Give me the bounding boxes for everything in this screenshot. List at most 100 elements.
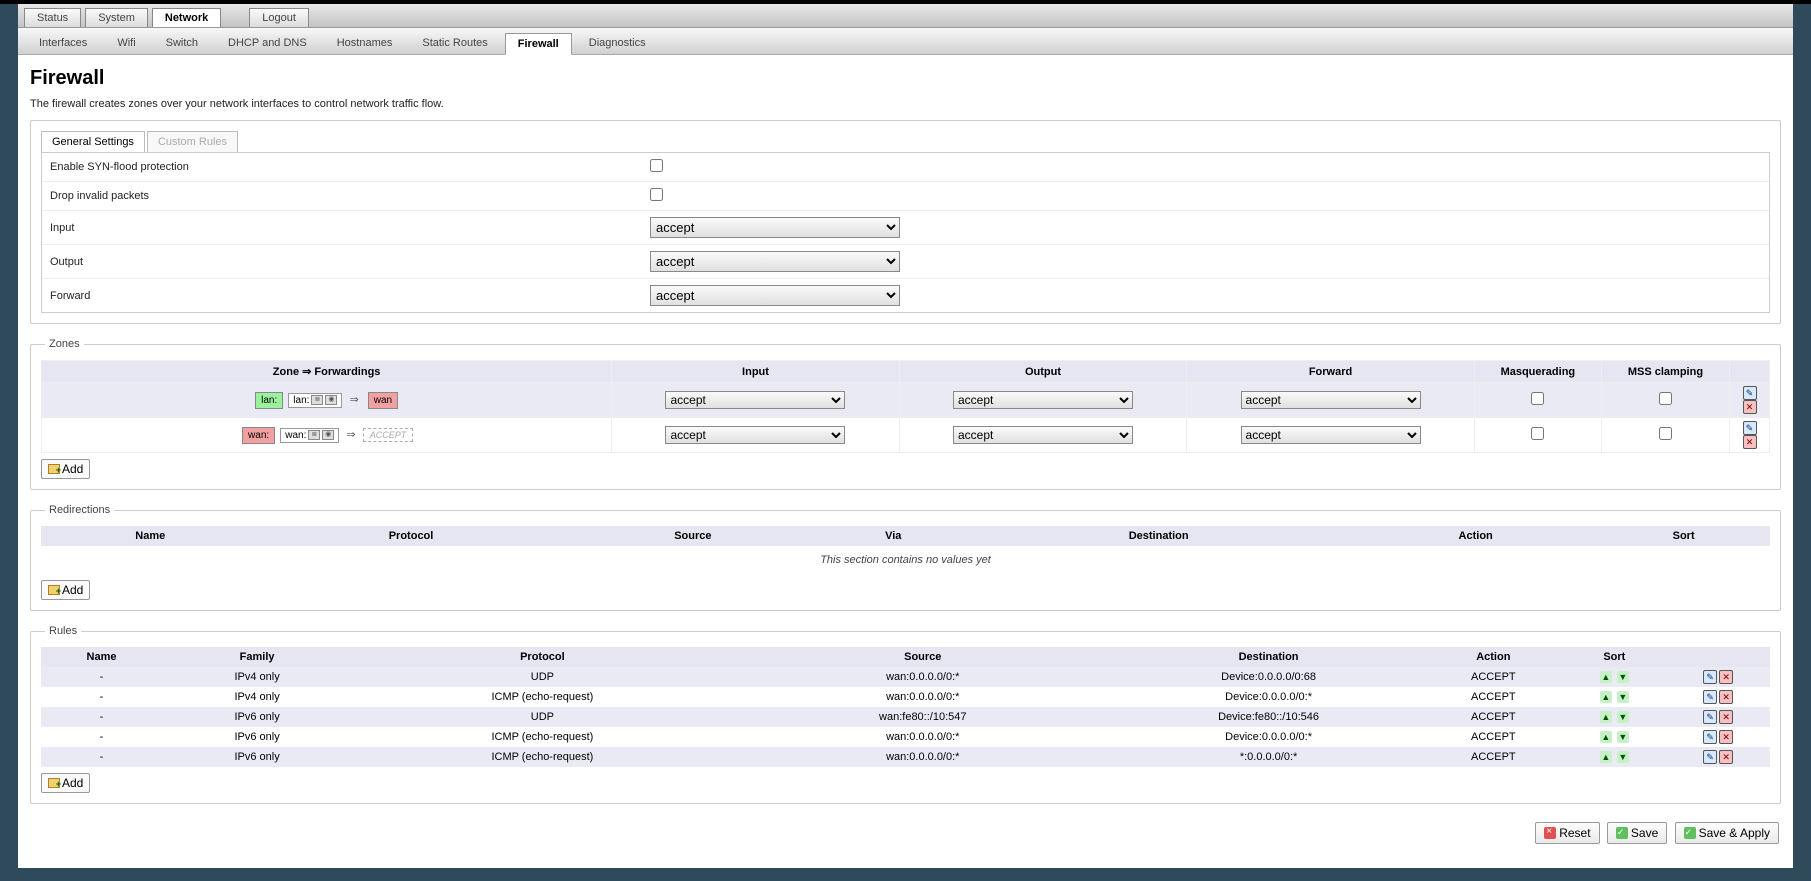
tab-logout[interactable]: Logout	[249, 8, 309, 27]
rule-family: IPv6 only	[162, 707, 352, 727]
subtab-firewall[interactable]: Firewall	[505, 33, 572, 55]
redir-legend: Redirections	[45, 504, 114, 516]
subtab-interfaces[interactable]: Interfaces	[26, 32, 100, 54]
redir-th-source: Source	[563, 526, 824, 546]
rule-destination: Device:0.0.0.0/0:*	[1113, 687, 1424, 707]
subtab-dhcp[interactable]: DHCP and DNS	[215, 32, 320, 54]
sort-down-icon[interactable]: ▼	[1617, 691, 1629, 703]
delete-icon[interactable]: ✕	[1719, 690, 1733, 704]
delete-icon[interactable]: ✕	[1743, 400, 1757, 414]
subtab-switch[interactable]: Switch	[153, 32, 211, 54]
reset-icon	[1544, 827, 1556, 839]
sort-up-icon[interactable]: ▲	[1600, 671, 1612, 683]
sort-up-icon[interactable]: ▲	[1600, 751, 1612, 763]
innertab-custom[interactable]: Custom Rules	[147, 131, 238, 152]
rule-action: ACCEPT	[1424, 747, 1562, 767]
rule-family: IPv4 only	[162, 667, 352, 687]
add-label: Add	[62, 776, 83, 790]
rules-th-name: Name	[41, 647, 162, 667]
rules-th-source: Source	[733, 647, 1113, 667]
sort-down-icon[interactable]: ▼	[1617, 751, 1629, 763]
zone-fwd-badge: wan	[368, 392, 398, 409]
zone-masq-checkbox[interactable]	[1531, 427, 1544, 440]
reset-button[interactable]: Reset	[1535, 822, 1599, 844]
zone-row: wan: wan: ≣ ◉ ⇒ ACCEPT accept accept acc…	[42, 418, 1770, 453]
checkbox-dropinvalid[interactable]	[650, 188, 663, 201]
tab-status[interactable]: Status	[24, 8, 81, 27]
delete-icon[interactable]: ✕	[1719, 730, 1733, 744]
edit-icon[interactable]: ✎	[1703, 710, 1717, 724]
page-description: The firewall creates zones over your net…	[30, 98, 1781, 110]
subtab-diagnostics[interactable]: Diagnostics	[576, 32, 659, 54]
delete-icon[interactable]: ✕	[1743, 435, 1757, 449]
zone-forward-select[interactable]: accept	[1241, 391, 1421, 409]
folder-add-icon	[48, 585, 60, 595]
save-apply-icon	[1684, 827, 1696, 839]
edit-icon[interactable]: ✎	[1743, 421, 1757, 435]
select-output[interactable]: accept	[650, 251, 900, 272]
rule-row: - IPv4 only ICMP (echo-request) wan:0.0.…	[41, 687, 1770, 707]
save-icon	[1616, 827, 1628, 839]
iface-icon: ≣	[311, 395, 323, 405]
rule-protocol: UDP	[352, 707, 732, 727]
tab-system[interactable]: System	[85, 8, 148, 27]
sort-down-icon[interactable]: ▼	[1617, 671, 1629, 683]
delete-icon[interactable]: ✕	[1719, 750, 1733, 764]
sort-up-icon[interactable]: ▲	[1600, 731, 1612, 743]
edit-icon[interactable]: ✎	[1703, 750, 1717, 764]
zone-output-select[interactable]: accept	[953, 391, 1133, 409]
rules-th-sort: Sort	[1562, 647, 1666, 667]
zone-input-select[interactable]: accept	[665, 391, 845, 409]
rules-fieldset: Rules Name Family Protocol Source Destin…	[30, 625, 1781, 804]
sort-up-icon[interactable]: ▲	[1600, 691, 1612, 703]
redir-th-destination: Destination	[963, 526, 1354, 546]
save-label: Save	[1631, 826, 1658, 840]
subtab-wifi[interactable]: Wifi	[104, 32, 148, 54]
rule-source: wan:0.0.0.0/0:*	[733, 667, 1113, 687]
rules-add-button[interactable]: Add	[41, 773, 90, 793]
save-button[interactable]: Save	[1607, 822, 1667, 844]
zone-mss-checkbox[interactable]	[1659, 392, 1672, 405]
zone-mss-checkbox[interactable]	[1659, 427, 1672, 440]
rules-table: Name Family Protocol Source Destination …	[41, 647, 1770, 767]
arrow-icon: ⇒	[346, 429, 355, 441]
rule-row: - IPv4 only UDP wan:0.0.0.0/0:* Device:0…	[41, 667, 1770, 687]
checkbox-synflood[interactable]	[650, 159, 663, 172]
rule-destination: Device:fe80::/10:546	[1113, 707, 1424, 727]
redir-th-sort: Sort	[1597, 526, 1770, 546]
label-synflood: Enable SYN-flood protection	[50, 161, 650, 173]
select-forward[interactable]: accept	[650, 285, 900, 306]
save-apply-button[interactable]: Save & Apply	[1675, 822, 1779, 844]
general-settings-box: General Settings Custom Rules Enable SYN…	[30, 120, 1781, 324]
zone-output-select[interactable]: accept	[953, 426, 1133, 444]
edit-icon[interactable]: ✎	[1703, 670, 1717, 684]
label-input: Input	[50, 222, 650, 234]
zone-masq-checkbox[interactable]	[1531, 392, 1544, 405]
tab-network[interactable]: Network	[152, 8, 221, 27]
sort-down-icon[interactable]: ▼	[1617, 731, 1629, 743]
sort-down-icon[interactable]: ▼	[1617, 711, 1629, 723]
edit-icon[interactable]: ✎	[1703, 690, 1717, 704]
add-label: Add	[62, 583, 83, 597]
label-dropinvalid: Drop invalid packets	[50, 190, 650, 202]
innertab-general[interactable]: General Settings	[41, 131, 145, 152]
redir-add-button[interactable]: Add	[41, 580, 90, 600]
delete-icon[interactable]: ✕	[1719, 670, 1733, 684]
edit-icon[interactable]: ✎	[1703, 730, 1717, 744]
edit-icon[interactable]: ✎	[1743, 386, 1757, 400]
subtab-hostnames[interactable]: Hostnames	[324, 32, 406, 54]
rule-family: IPv6 only	[162, 747, 352, 767]
rule-destination: Device:0.0.0.0/0:*	[1113, 727, 1424, 747]
zones-add-button[interactable]: Add	[41, 459, 90, 479]
zone-input-select[interactable]: accept	[665, 426, 845, 444]
zone-forward-select[interactable]: accept	[1241, 426, 1421, 444]
page-title: Firewall	[30, 67, 1781, 90]
rule-source: wan:fe80::/10:547	[733, 707, 1113, 727]
rule-name: -	[41, 667, 162, 687]
select-input[interactable]: accept	[650, 217, 900, 238]
sort-up-icon[interactable]: ▲	[1600, 711, 1612, 723]
rule-family: IPv4 only	[162, 687, 352, 707]
delete-icon[interactable]: ✕	[1719, 710, 1733, 724]
subtab-staticroutes[interactable]: Static Routes	[409, 32, 500, 54]
rules-th-protocol: Protocol	[352, 647, 732, 667]
